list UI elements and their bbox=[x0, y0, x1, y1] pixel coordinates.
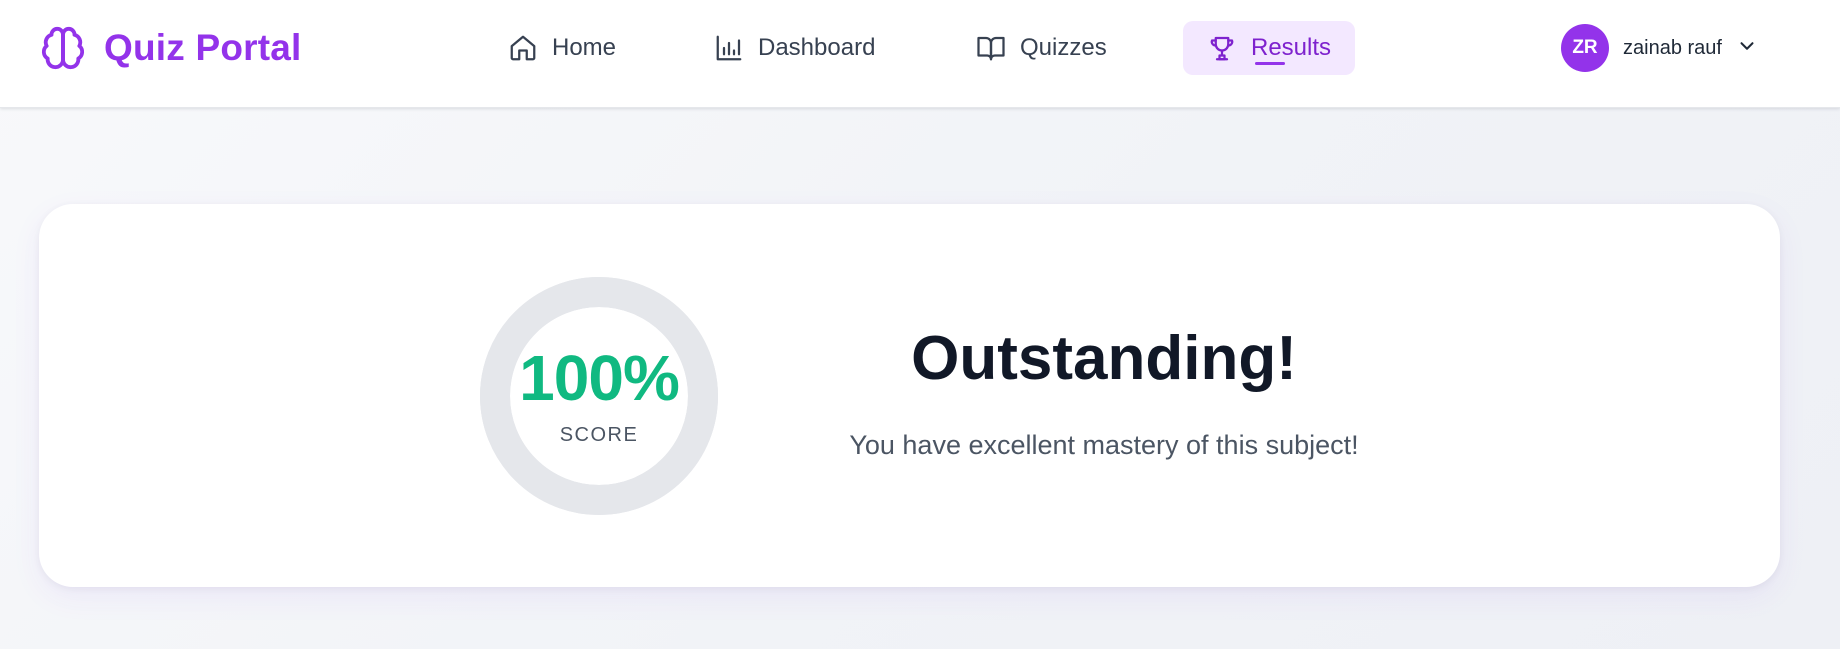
score-label: SCORE bbox=[559, 424, 639, 446]
user-name: zainab rauf bbox=[1623, 36, 1722, 59]
brand[interactable]: Quiz Portal bbox=[40, 24, 302, 72]
result-headline: Outstanding! bbox=[911, 324, 1297, 393]
nav-item-results[interactable]: Results bbox=[1183, 21, 1356, 75]
nav-label-home: Home bbox=[552, 34, 617, 61]
result-message: You have excellent mastery of this subje… bbox=[849, 430, 1359, 460]
nav-item-dashboard[interactable]: Dashboard bbox=[714, 21, 875, 75]
trophy-icon bbox=[1207, 33, 1237, 63]
score-ring: 100% SCORE bbox=[479, 276, 719, 516]
nav-label-quizzes: Quizzes bbox=[1020, 34, 1107, 61]
home-icon bbox=[508, 33, 538, 63]
book-icon bbox=[976, 33, 1006, 63]
nav-label-dashboard: Dashboard bbox=[758, 34, 876, 61]
bar-chart-icon bbox=[714, 33, 744, 63]
score-value: 100% bbox=[519, 342, 680, 414]
user-menu[interactable]: ZR zainab rauf bbox=[1561, 24, 1758, 72]
nav-item-home[interactable]: Home bbox=[508, 21, 616, 75]
top-navbar: Quiz Portal Home Dashboard Quizzes Resul… bbox=[0, 0, 1840, 108]
result-card: 100% SCORE Outstanding! You have excelle… bbox=[39, 204, 1780, 587]
app-title: Quiz Portal bbox=[104, 27, 302, 68]
nav-item-quizzes[interactable]: Quizzes bbox=[976, 21, 1107, 75]
active-tab-indicator bbox=[1255, 62, 1285, 65]
chevron-down-icon[interactable] bbox=[1736, 35, 1758, 62]
nav-label-results: Results bbox=[1251, 34, 1332, 61]
brain-icon bbox=[40, 24, 86, 72]
avatar: ZR bbox=[1561, 24, 1609, 72]
